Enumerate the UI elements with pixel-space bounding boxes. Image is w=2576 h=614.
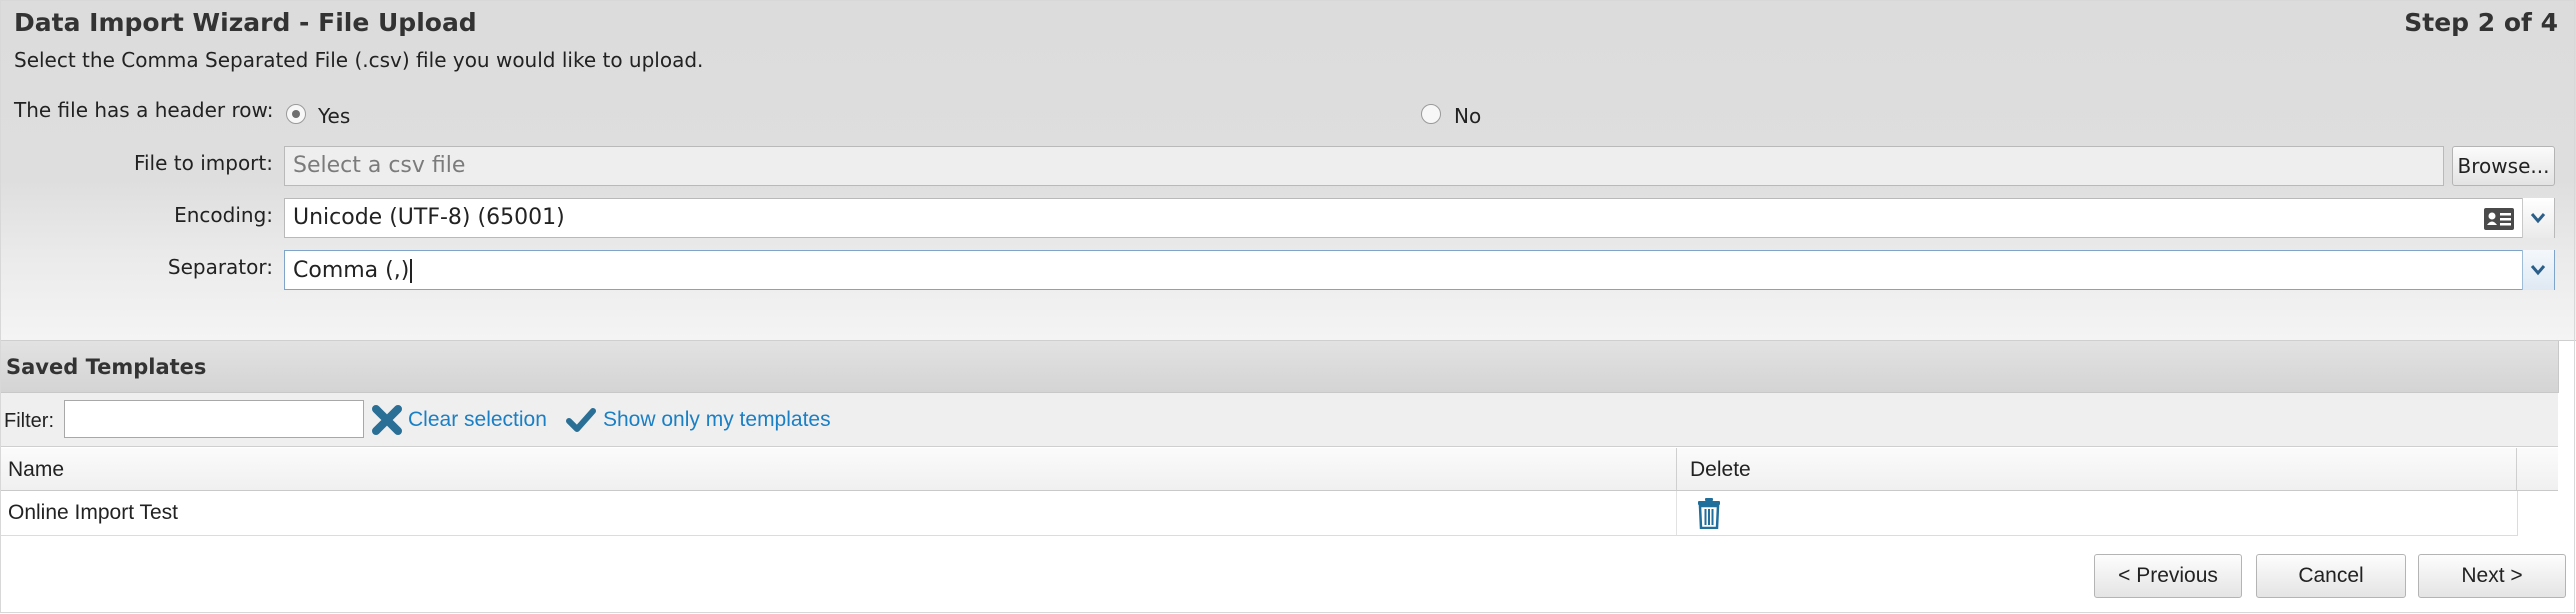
checkmark-icon[interactable] bbox=[566, 407, 596, 433]
separator-select[interactable]: Comma (,) bbox=[284, 250, 2555, 290]
show-my-templates-link[interactable]: Show only my templates bbox=[603, 408, 831, 432]
filter-input[interactable] bbox=[64, 400, 364, 438]
file-import-field[interactable]: Select a csv file bbox=[284, 146, 2444, 186]
header-row-no-label[interactable]: No bbox=[1454, 104, 1481, 128]
encoding-label: Encoding: bbox=[174, 203, 273, 227]
cancel-button[interactable]: Cancel bbox=[2256, 554, 2406, 598]
separator-label: Separator: bbox=[167, 255, 273, 279]
templates-table-header: Name Delete bbox=[0, 448, 2558, 491]
text-cursor bbox=[410, 259, 413, 283]
header-row-no-radio[interactable] bbox=[1421, 104, 1441, 124]
chevron-down-icon bbox=[2530, 213, 2546, 224]
template-name[interactable]: Online Import Test bbox=[8, 501, 178, 525]
encoding-dropdown-button[interactable] bbox=[2522, 198, 2554, 238]
column-header-name[interactable]: Name bbox=[8, 458, 64, 482]
saved-templates-header: Saved Templates bbox=[0, 341, 2559, 393]
column-divider bbox=[2516, 448, 2517, 490]
separator-value: Comma (,) bbox=[293, 258, 410, 283]
step-indicator: Step 2 of 4 bbox=[2404, 8, 2558, 37]
header-row-yes-radio[interactable] bbox=[286, 104, 306, 124]
encoding-value: Unicode (UTF-8) (65001) bbox=[293, 205, 565, 230]
templates-filter-bar: Filter: Clear selection Show only my tem… bbox=[0, 393, 2558, 447]
file-import-label: File to import: bbox=[133, 151, 273, 175]
page-title: Data Import Wizard - File Upload bbox=[14, 8, 477, 37]
chevron-down-icon bbox=[2530, 265, 2546, 276]
column-header-delete[interactable]: Delete bbox=[1690, 458, 1751, 482]
next-button[interactable]: Next > bbox=[2418, 554, 2566, 598]
clear-selection-link[interactable]: Clear selection bbox=[408, 408, 547, 432]
column-divider bbox=[1676, 491, 1677, 535]
separator-dropdown-button[interactable] bbox=[2522, 250, 2554, 290]
page-subtitle: Select the Comma Separated File (.csv) f… bbox=[14, 48, 704, 72]
trash-icon[interactable] bbox=[1697, 497, 1721, 530]
table-row[interactable]: Online Import Test bbox=[0, 491, 2518, 536]
previous-button[interactable]: < Previous bbox=[2094, 554, 2242, 598]
id-card-icon[interactable] bbox=[2484, 208, 2514, 230]
filter-label: Filter: bbox=[4, 410, 54, 432]
saved-templates-title: Saved Templates bbox=[6, 355, 207, 379]
wizard-header: Data Import Wizard - File Upload Step 2 … bbox=[0, 0, 2576, 341]
encoding-select[interactable]: Unicode (UTF-8) (65001) bbox=[284, 198, 2555, 238]
clear-icon[interactable] bbox=[372, 405, 402, 435]
column-divider bbox=[1676, 448, 1677, 490]
header-row-yes-label[interactable]: Yes bbox=[318, 104, 350, 128]
browse-button[interactable]: Browse... bbox=[2452, 146, 2555, 186]
header-row-label: The file has a header row: bbox=[14, 98, 274, 122]
